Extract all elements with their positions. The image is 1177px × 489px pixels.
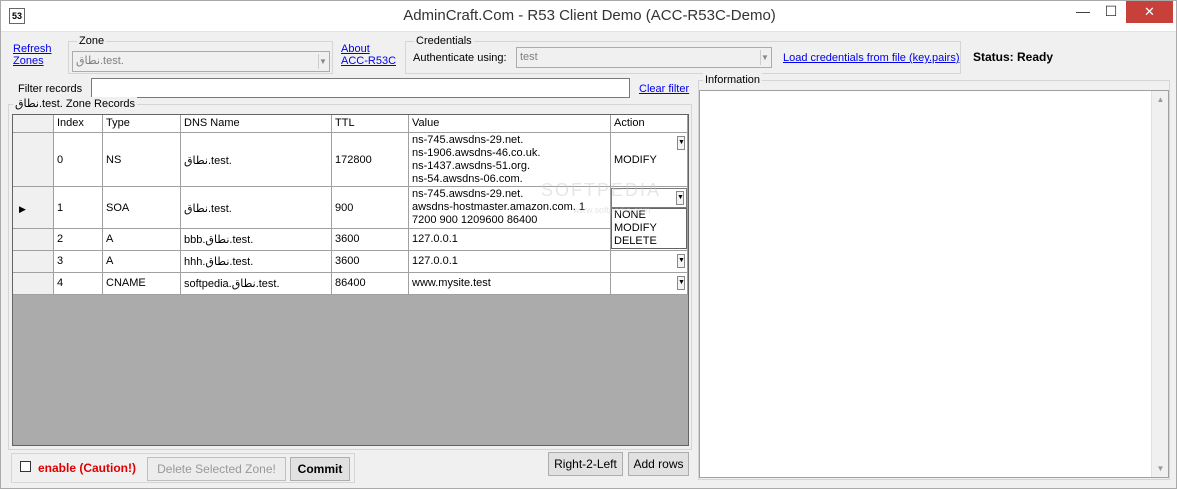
row-header[interactable]: [13, 273, 54, 295]
table-row[interactable]: 4 CNAME softpedia.نطاق.test. 86400 www.m…: [13, 273, 688, 295]
information-textarea[interactable]: ▲ ▼: [699, 90, 1169, 478]
cell-value: 127.0.0.1: [412, 233, 458, 245]
cell-dns-name: bbb.نطاق.test.: [184, 234, 254, 246]
cell-type: A: [106, 233, 114, 245]
cell-action[interactable]: ▼: [611, 251, 688, 273]
cell-dns-name: hhh.نطاق.test.: [184, 256, 254, 268]
minimize-icon[interactable]: —: [1069, 1, 1097, 23]
auth-select[interactable]: test ▼: [516, 47, 772, 68]
value-line: awsdns-hostmaster.amazon.com. 1: [412, 201, 586, 213]
row-header-corner: [13, 115, 54, 133]
col-header-type[interactable]: Type: [103, 115, 181, 133]
cell-index: 3: [57, 255, 64, 267]
cell-action[interactable]: MODIFY ▼: [611, 133, 688, 187]
cell-dns-name: نطاق.test.: [184, 203, 232, 215]
chevron-down-icon[interactable]: ▼: [677, 254, 685, 268]
dropdown-option-delete[interactable]: DELETE: [612, 235, 686, 248]
col-header-action[interactable]: Action: [611, 115, 688, 133]
close-icon[interactable]: ✕: [1126, 1, 1173, 23]
about-line-2: ACC-R53C: [341, 55, 397, 67]
about-line-1: About: [341, 43, 370, 55]
cell-type: SOA: [106, 202, 130, 214]
authenticate-label: Authenticate using:: [413, 52, 507, 64]
cell-value: 127.0.0.1: [412, 255, 458, 267]
zone-select-value: نطاق.test.: [76, 55, 124, 67]
chevron-down-icon[interactable]: ▼: [676, 191, 684, 205]
col-header-index[interactable]: Index: [54, 115, 103, 133]
cell-index: 4: [57, 277, 64, 289]
value-line: 7200 900 1209600 86400: [412, 214, 538, 226]
enable-label: enable (Caution!): [38, 461, 136, 475]
cell-index: 0: [57, 154, 64, 166]
watermark-subtext: www.softpedia.com: [573, 205, 651, 215]
dropdown-option-modify[interactable]: MODIFY: [612, 222, 686, 235]
commit-button[interactable]: Commit: [290, 457, 350, 481]
refresh-zones-line-1: Refresh: [13, 43, 52, 55]
right-to-left-button[interactable]: Right-2-Left: [548, 452, 623, 476]
cell-dns-name: نطاق.test.: [184, 155, 232, 167]
chevron-down-icon: ▼: [318, 54, 327, 69]
status-label: Status: Ready: [973, 50, 1054, 64]
filter-input[interactable]: [91, 78, 630, 98]
cell-index: 2: [57, 233, 64, 245]
information-label: Information: [703, 73, 763, 87]
table-row[interactable]: 2 A bbb.نطاق.test. 3600 127.0.0.1: [13, 229, 688, 251]
scroll-down-icon[interactable]: ▼: [1152, 460, 1169, 477]
table-row[interactable]: 0 NS نطاق.test. 172800 ns-745.awsdns-29.…: [13, 133, 688, 187]
cell-value: www.mysite.test: [412, 277, 491, 289]
maximize-icon[interactable]: ☐: [1097, 1, 1125, 23]
col-header-value[interactable]: Value: [409, 115, 611, 133]
action-value: MODIFY: [614, 154, 657, 166]
cell-ttl: 3600: [335, 233, 360, 245]
cell-ttl: 172800: [335, 154, 372, 166]
load-credentials-link[interactable]: Load credentials from file (key.pairs): [783, 52, 959, 64]
cell-action[interactable]: ▼: [611, 273, 688, 295]
window-title: AdminCraft.Com - R53 Client Demo (ACC-R5…: [403, 7, 776, 24]
value-line: ns-1437.awsdns-51.org.: [412, 160, 531, 172]
clear-filter-link[interactable]: Clear filter: [639, 83, 689, 95]
cell-ttl: 900: [335, 202, 354, 214]
enable-checkbox[interactable]: [20, 461, 31, 472]
zone-select[interactable]: نطاق.test. ▼: [72, 51, 330, 72]
value-line: ns-1906.awsdns-46.co.uk.: [412, 147, 541, 159]
cell-type: A: [106, 255, 114, 267]
filter-label: Filter records: [18, 83, 83, 95]
row-header[interactable]: [13, 229, 54, 251]
zone-group-label: Zone: [77, 34, 107, 48]
scroll-up-icon[interactable]: ▲: [1152, 91, 1169, 108]
main-window: 53 AdminCraft.Com - R53 Client Demo (ACC…: [0, 0, 1177, 489]
title-bar: 53 AdminCraft.Com - R53 Client Demo (ACC…: [1, 1, 1176, 32]
cell-value: ns-745.awsdns-29.net. ns-1906.awsdns-46.…: [412, 134, 540, 186]
cell-ttl: 3600: [335, 255, 360, 267]
information-scrollbar[interactable]: ▲ ▼: [1151, 91, 1168, 477]
cell-dns-name: softpedia.نطاق.test.: [184, 278, 280, 290]
credentials-group-label: Credentials: [414, 34, 474, 48]
cell-type: NS: [106, 154, 122, 166]
add-rows-button[interactable]: Add rows: [628, 452, 689, 476]
about-link[interactable]: About ACC-R53C: [341, 43, 396, 67]
chevron-down-icon[interactable]: ▼: [677, 276, 685, 290]
row-header[interactable]: [13, 251, 54, 273]
chevron-down-icon[interactable]: ▼: [677, 136, 685, 150]
refresh-zones-line-2: Zones: [13, 55, 44, 67]
table-row[interactable]: 3 A hhh.نطاق.test. 3600 127.0.0.1 ▼: [13, 251, 688, 273]
row-header[interactable]: [13, 133, 54, 187]
auth-select-value: test: [520, 51, 538, 63]
chevron-down-icon: ▼: [760, 50, 769, 65]
cell-ttl: 86400: [335, 277, 366, 289]
delete-zone-button[interactable]: Delete Selected Zone!: [147, 457, 286, 481]
row-header[interactable]: ▶: [13, 187, 54, 229]
value-line: ns-745.awsdns-29.net.: [412, 134, 524, 146]
grid-header-row: Index Type DNS Name TTL Value Action: [13, 115, 688, 133]
value-line: ns-54.awsdns-06.com.: [412, 173, 523, 185]
col-header-ttl[interactable]: TTL: [332, 115, 409, 133]
current-row-icon: ▶: [19, 204, 26, 214]
cell-index: 1: [57, 202, 64, 214]
refresh-zones-link[interactable]: Refresh Zones: [13, 43, 52, 67]
cell-type: CNAME: [106, 277, 146, 289]
watermark-text: SOFTPEDIA: [541, 180, 662, 200]
records-grid[interactable]: Index Type DNS Name TTL Value Action 0 N…: [12, 114, 689, 446]
zone-records-label: نطاق.test. Zone Records: [13, 97, 137, 111]
col-header-dns-name[interactable]: DNS Name: [181, 115, 332, 133]
